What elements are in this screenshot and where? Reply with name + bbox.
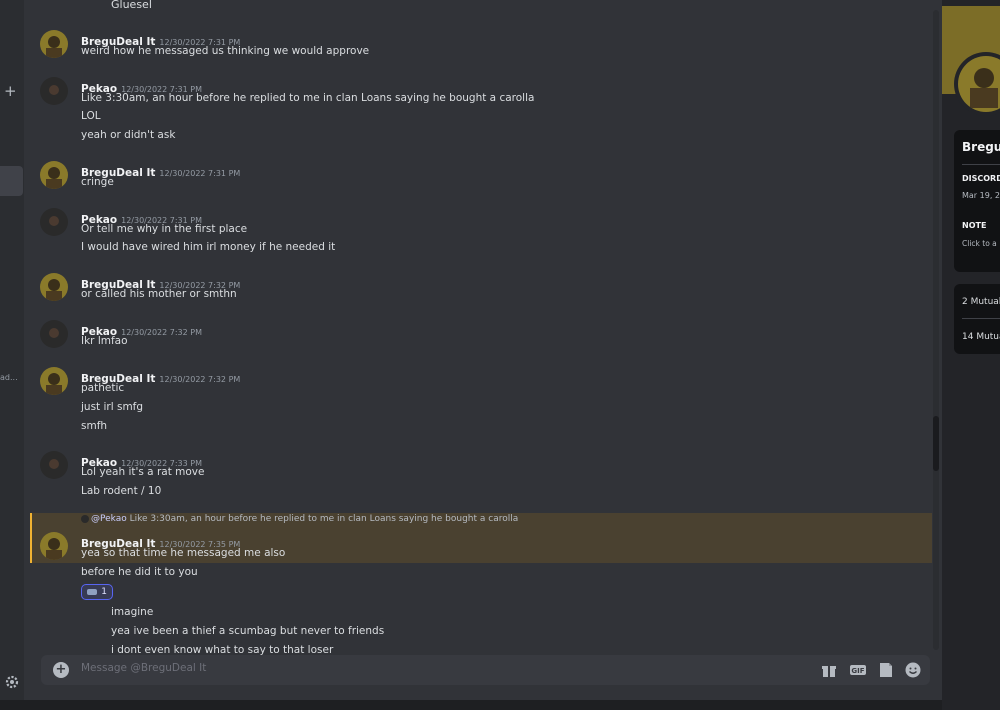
message-line: just irl smfg: [81, 401, 144, 413]
gift-icon[interactable]: [820, 661, 838, 679]
truncated-channel-label[interactable]: ad...: [0, 373, 24, 382]
message-line: yea so that time he messaged me also: [81, 547, 286, 559]
reply-text: Like 3:30am, an hour before he replied t…: [129, 514, 519, 524]
sticker-icon[interactable]: [877, 661, 895, 679]
timestamp: 12/30/2022 7:32 PM: [159, 375, 241, 384]
mutual-friends-link[interactable]: 14 Mutua: [962, 332, 1000, 342]
reaction-emoji-icon: [87, 589, 97, 595]
reaction-pill[interactable]: 1: [81, 584, 113, 600]
message-content: Gluesel: [111, 0, 152, 11]
avatar[interactable]: [40, 30, 68, 58]
mutuals-card: 2 Mutual 14 Mutua: [954, 284, 1000, 354]
avatar[interactable]: [40, 273, 68, 301]
message-line: smfh: [81, 420, 108, 432]
divider: [962, 164, 1000, 165]
emoji-icon[interactable]: [904, 661, 922, 679]
add-icon[interactable]: +: [4, 82, 17, 100]
message-line: Lol yeah it's a rat move: [81, 466, 205, 478]
avatar[interactable]: [40, 367, 68, 395]
gear-icon[interactable]: [4, 674, 20, 690]
message-line: Lab rodent / 10: [81, 485, 162, 497]
message-line: i dont even know what to say to that los…: [111, 644, 334, 655]
profile-card: Bregu DISCORD Mar 19, 2 NOTE Click to a: [954, 130, 1000, 272]
member-since-value: Mar 19, 2: [962, 191, 1000, 200]
message-line: Ikr lmfao: [81, 335, 128, 347]
gif-icon[interactable]: GIF: [849, 661, 867, 679]
message-line: or called his mother or smthn: [81, 288, 237, 300]
reply-avatar-icon: [81, 514, 89, 523]
message-line: Like 3:30am, an hour before he replied t…: [81, 92, 535, 104]
message-line: weird how he messaged us thinking we wou…: [81, 45, 370, 57]
timestamp: 12/30/2022 7:31 PM: [159, 169, 241, 178]
avatar[interactable]: [40, 208, 68, 236]
member-since-label: DISCORD: [962, 174, 1000, 183]
avatar[interactable]: [40, 320, 68, 348]
message-line: LOL: [81, 110, 101, 122]
message-composer[interactable]: + Message @BreguDeal It GIF: [41, 655, 930, 685]
selected-channel-item[interactable]: [0, 166, 23, 196]
attach-plus-icon[interactable]: +: [53, 662, 69, 678]
message-line: imagine: [111, 606, 154, 618]
message-line: pathetic: [81, 382, 125, 394]
note-input[interactable]: Click to a: [962, 239, 997, 248]
avatar[interactable]: [40, 532, 68, 560]
avatar[interactable]: [40, 77, 68, 105]
message-line: before he did it to you: [81, 566, 198, 578]
message-input[interactable]: Message @BreguDeal It: [81, 662, 206, 674]
note-label: NOTE: [962, 221, 987, 230]
server-channel-rail: + ad...: [0, 0, 24, 710]
avatar[interactable]: [40, 161, 68, 189]
user-profile-panel: Bregu DISCORD Mar 19, 2 NOTE Click to a …: [942, 0, 1000, 710]
avatar[interactable]: [40, 451, 68, 479]
svg-text:GIF: GIF: [851, 667, 864, 675]
mutual-servers-link[interactable]: 2 Mutual: [962, 297, 1000, 307]
reply-mention[interactable]: @Pekao: [91, 514, 127, 524]
message-line: yeah or didn't ask: [81, 129, 176, 141]
reaction-count: 1: [101, 587, 107, 597]
taskbar-strip: [0, 700, 1000, 710]
message-line: I would have wired him irl money if he n…: [81, 241, 336, 253]
timestamp: 12/30/2022 7:32 PM: [121, 328, 202, 337]
divider: [962, 318, 1000, 319]
message-line: cringe: [81, 176, 114, 188]
reply-reference[interactable]: @Pekao Like 3:30am, an hour before he re…: [81, 514, 518, 524]
scrollbar-track[interactable]: [933, 10, 939, 650]
profile-display-name: Bregu: [962, 140, 1000, 154]
scrollbar-thumb[interactable]: [933, 416, 939, 471]
message-line: yea ive been a thief a scumbag but never…: [111, 625, 385, 637]
message-line: Or tell me why in the first place: [81, 223, 248, 235]
message-list[interactable]: Gluesel BreguDeal It 12/30/2022 7:31 PM w…: [30, 0, 932, 655]
